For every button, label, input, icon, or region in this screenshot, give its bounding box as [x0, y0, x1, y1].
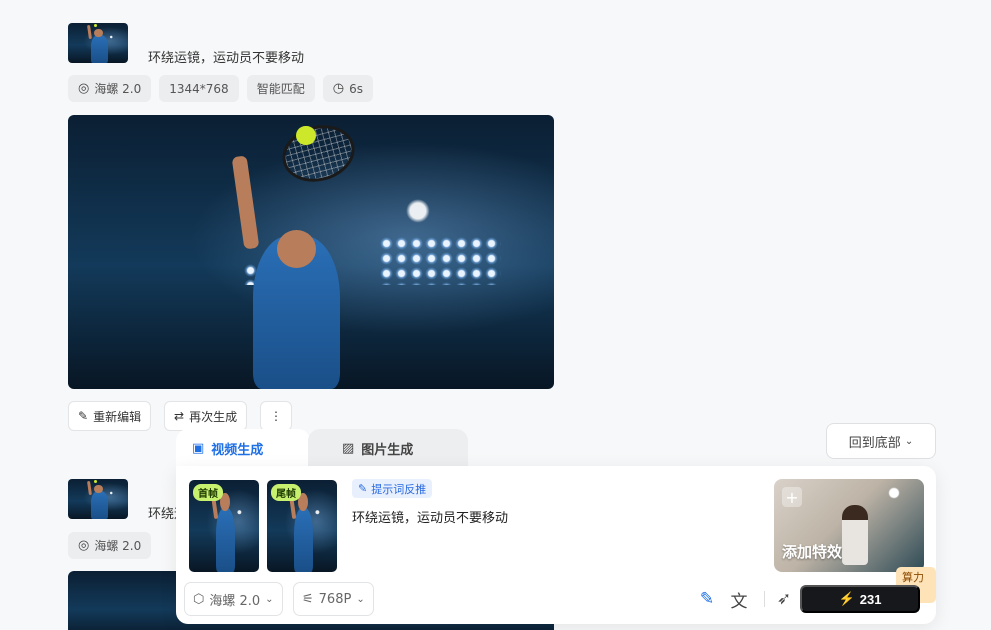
reverse-prompt-label: 提示词反推: [371, 482, 427, 496]
model-select-label: 海螺 2.0: [209, 593, 261, 609]
chevron-down-icon: ⌄: [356, 593, 365, 605]
cube-icon: ⬡: [193, 591, 205, 607]
generate-cost: 231: [859, 591, 882, 607]
ratio-tag-label: 智能匹配: [256, 82, 305, 96]
reverse-prompt-button[interactable]: ✎ 提示词反推: [352, 479, 433, 498]
stadium-lights: [379, 235, 501, 285]
history-prompt: 环绕运镜，运动员不要移动: [148, 51, 305, 66]
toolbar-divider: [764, 591, 765, 607]
prompt-input[interactable]: 环绕运镜，运动员不要移动: [352, 507, 508, 526]
edit-square-icon: ✎: [358, 482, 368, 495]
model-tag-label: 海螺 2.0: [94, 82, 142, 96]
add-effects-card[interactable]: + 添加特效: [774, 479, 924, 572]
last-frame-image[interactable]: 尾帧: [267, 480, 337, 572]
reference-thumbnail-2[interactable]: [68, 479, 128, 519]
effect-preview-person: [842, 505, 868, 565]
composer-tabs: ▣ 视频生成 ▨ 图片生成: [176, 429, 468, 467]
repeat-icon: ⇄: [174, 409, 185, 423]
hailuo-icon: ◎: [78, 538, 90, 553]
generation-tags: ◎ 海螺 2.0 1344*768 智能匹配 ◷ 6s: [68, 75, 373, 102]
tab-image-generation[interactable]: ▨ 图片生成: [308, 429, 468, 467]
add-effects-label: 添加特效: [782, 543, 843, 561]
pencil-icon: ✎: [78, 409, 89, 423]
model-tag-label-2: 海螺 2.0: [94, 539, 142, 553]
re-edit-label: 重新编辑: [93, 409, 142, 424]
duration-tag: ◷ 6s: [322, 75, 373, 102]
plus-icon: +: [782, 487, 802, 507]
back-to-bottom-label: 回到底部: [848, 434, 901, 450]
tab-video-label: 视频生成: [211, 442, 264, 458]
regenerate-label: 再次生成: [189, 409, 238, 424]
reference-thumbnail[interactable]: [68, 23, 128, 63]
model-select[interactable]: ⬡ 海螺 2.0 ⌄: [184, 582, 283, 616]
video-camera-icon: ▣: [192, 440, 205, 456]
regenerate-button[interactable]: ⇄ 再次生成: [164, 401, 248, 431]
more-vertical-icon: ⋮: [270, 409, 282, 423]
generated-video-preview[interactable]: [68, 115, 554, 389]
image-icon: ▨: [342, 440, 355, 456]
duration-tag-label: 6s: [349, 81, 363, 96]
hailuo-icon: ◎: [78, 81, 90, 96]
lightning-icon: ⚡: [838, 591, 855, 606]
tab-video-generation[interactable]: ▣ 视频生成: [176, 429, 310, 467]
resolution-tag: 1344*768: [159, 75, 239, 102]
resolution-select[interactable]: ⚟ 768P ⌄: [293, 582, 374, 616]
resolution-select-label: 768P: [318, 591, 352, 607]
prompt-edit-icon[interactable]: ✎: [695, 587, 719, 611]
model-tag: ◎ 海螺 2.0: [68, 75, 152, 102]
back-to-bottom-button[interactable]: 回到底部 ⌄: [826, 423, 936, 459]
translate-icon[interactable]: 文: [727, 587, 751, 612]
more-button[interactable]: ⋮: [260, 401, 292, 431]
first-frame-image[interactable]: 首帧: [189, 480, 259, 572]
sliders-icon: ⚟: [302, 591, 314, 607]
last-frame-badge: 尾帧: [271, 484, 301, 501]
resolution-tag-label: 1344*768: [169, 81, 229, 96]
tennis-racket: [275, 117, 361, 190]
first-frame-badge: 首帧: [193, 484, 223, 501]
model-tag-2: ◎ 海螺 2.0: [68, 532, 152, 559]
tab-image-label: 图片生成: [361, 442, 414, 458]
rocket-icon[interactable]: ➶: [772, 587, 796, 611]
generate-button[interactable]: ⚡ 231: [800, 585, 920, 613]
clock-icon: ◷: [332, 81, 345, 96]
chevron-double-down-icon: ⌄: [904, 435, 914, 447]
ratio-tag: 智能匹配: [246, 75, 315, 102]
re-edit-button[interactable]: ✎ 重新编辑: [68, 401, 152, 431]
composer-panel: 首帧 尾帧 ✎ 提示词反推 环绕运镜，运动员不要移动 + 添加特效 算力5折 ⬡…: [176, 466, 936, 624]
chevron-down-icon: ⌄: [265, 593, 274, 605]
generation-tags-2: ◎ 海螺 2.0: [68, 532, 152, 559]
